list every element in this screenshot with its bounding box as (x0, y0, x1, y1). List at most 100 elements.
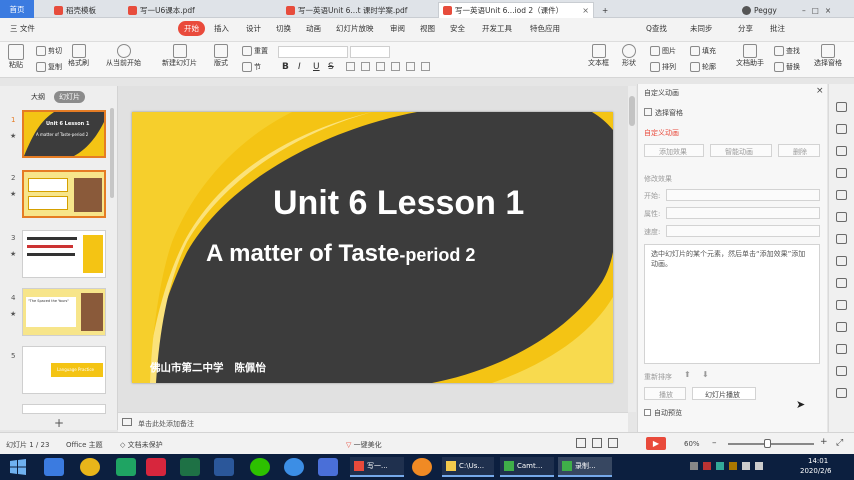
chrome-icon[interactable] (80, 458, 100, 476)
tray-icon[interactable] (703, 462, 711, 470)
close-pane-icon[interactable]: × (816, 86, 824, 96)
app-icon[interactable] (412, 458, 432, 476)
replace-button[interactable]: 替换 (774, 62, 800, 72)
style-icon[interactable] (836, 124, 847, 134)
notes-placeholder[interactable]: 单击此处添加备注 (138, 419, 194, 429)
font-size-select[interactable] (350, 46, 390, 58)
youdao-icon[interactable] (146, 458, 166, 476)
table-icon[interactable] (836, 212, 847, 222)
section-button[interactable]: 节 (242, 62, 261, 72)
help-icon[interactable] (836, 388, 847, 398)
layout-button[interactable]: 版式 (214, 44, 228, 68)
move-up-icon[interactable]: ⬆ (684, 370, 691, 379)
menu-transition[interactable]: 切换 (276, 23, 291, 34)
close-window-icon[interactable]: × (825, 6, 837, 15)
font-family-select[interactable] (278, 46, 348, 58)
animation-list[interactable]: 选中幻灯片的某个元素，然后单击“添加效果”添加动画。 (644, 244, 820, 364)
word-icon[interactable] (214, 458, 234, 476)
paste-button[interactable]: 粘贴 (8, 44, 24, 70)
tab-home[interactable]: 首页 (0, 0, 34, 18)
window-controls[interactable]: – □ × (798, 2, 854, 18)
menu-file[interactable]: 三 文件 (10, 23, 35, 34)
beautify-button[interactable]: ▽ 一键美化 (346, 440, 382, 450)
slide-subtitle[interactable]: A matter of Taste-period 2 (206, 240, 475, 268)
volume-icon[interactable] (742, 462, 750, 470)
menu-view[interactable]: 视图 (420, 23, 435, 34)
new-tab-button[interactable]: + (598, 2, 614, 18)
tab-outline[interactable]: 大纲 (26, 91, 50, 103)
slideshow-play-button[interactable]: ▶ (646, 437, 666, 450)
autopreview-checkbox[interactable]: 自动预览 (644, 408, 682, 418)
add-effect-button[interactable]: 添加效果 (644, 144, 704, 157)
slide-thumbnail-4[interactable]: "The Spaced the Yours" (22, 288, 106, 336)
fit-window-icon[interactable]: ⤢ (836, 438, 843, 448)
wechat-icon[interactable] (250, 458, 270, 476)
format-painter-button[interactable]: 格式刷 (68, 44, 89, 68)
slide-thumbnail-6[interactable] (22, 404, 106, 414)
menu-developer[interactable]: 开发工具 (482, 23, 512, 34)
picture-button[interactable]: 图片 (650, 46, 676, 56)
property-select[interactable] (666, 207, 820, 219)
zoom-out-icon[interactable]: – (712, 438, 717, 448)
smart-animation-button[interactable]: 智能动画 (710, 144, 772, 157)
play-button[interactable]: 播放 (644, 387, 686, 400)
line-spacing-icon[interactable] (421, 62, 430, 71)
taskbar-window-wps[interactable]: 写一... (350, 457, 404, 477)
slide-thumbnail-5[interactable]: Language Practice (22, 346, 106, 394)
taskbar-window-recorder[interactable]: 录制... (558, 457, 612, 477)
bullets-icon[interactable] (391, 62, 400, 71)
slide-thumbnail-2[interactable] (22, 170, 106, 218)
zoom-in-icon[interactable]: + (820, 437, 828, 447)
network-icon[interactable] (755, 462, 763, 470)
notes-pane[interactable]: 单击此处添加备注 (118, 412, 628, 432)
strikethrough-button[interactable]: S (328, 62, 334, 72)
design-icon[interactable] (836, 146, 847, 156)
align-left-icon[interactable] (346, 62, 355, 71)
menu-search[interactable]: Q查找 (646, 23, 667, 34)
slideshow-button[interactable]: 幻灯片播放 (692, 387, 756, 400)
textbox-button[interactable]: 文本框 (588, 44, 609, 68)
reset-button[interactable]: 重置 (242, 46, 268, 56)
thumbnail-scrollbar[interactable] (110, 108, 114, 198)
cut-button[interactable]: 剪切 (36, 46, 62, 56)
tab-unit6-handout[interactable]: 写一英语Unit 6...t 课时学案.pdf (282, 2, 432, 18)
settings-icon[interactable] (836, 322, 847, 332)
menu-review[interactable]: 审阅 (390, 23, 405, 34)
app-icon[interactable] (116, 458, 136, 476)
slide-thumbnail-1[interactable]: Unit 6 Lesson 1 A matter of Taste-period… (22, 110, 106, 158)
layers-icon[interactable] (836, 278, 847, 288)
windows-start-icon[interactable] (8, 458, 28, 476)
start-select[interactable] (666, 189, 820, 201)
share-icon[interactable] (836, 344, 847, 354)
find-button[interactable]: 查找 (774, 46, 800, 56)
template-icon[interactable] (836, 168, 847, 178)
slide-author[interactable]: 佛山市第二中学 陈佩怡 (150, 360, 266, 375)
delete-effect-button[interactable]: 删除 (778, 144, 820, 157)
doc-assistant-button[interactable]: 文档助手 (736, 44, 764, 68)
sorter-view-icon[interactable] (592, 438, 602, 448)
grid-icon[interactable] (836, 190, 847, 200)
sync-status[interactable]: 未同步 (690, 23, 713, 34)
comment-button[interactable]: 批注 (770, 23, 785, 34)
add-slide-button[interactable]: + (54, 416, 64, 430)
network-app-icon[interactable] (44, 458, 64, 476)
normal-view-icon[interactable] (576, 438, 586, 448)
minimize-icon[interactable]: – (802, 6, 812, 15)
canvas-scrollbar[interactable] (628, 86, 636, 412)
menu-security[interactable]: 安全 (450, 23, 465, 34)
numbering-icon[interactable] (406, 62, 415, 71)
bold-button[interactable]: B (282, 62, 289, 72)
zoom-slider[interactable] (728, 439, 814, 448)
move-down-icon[interactable]: ⬇ (702, 370, 709, 379)
record-icon[interactable] (836, 366, 847, 376)
excel-icon[interactable] (180, 458, 200, 476)
tray-icon[interactable] (729, 462, 737, 470)
feishu-icon[interactable] (318, 458, 338, 476)
tray-icon[interactable] (690, 462, 698, 470)
browser-icon[interactable] (284, 458, 304, 476)
reading-view-icon[interactable] (608, 438, 618, 448)
menu-design[interactable]: 设计 (246, 23, 261, 34)
speed-select[interactable] (666, 225, 820, 237)
menu-features[interactable]: 特色应用 (530, 23, 560, 34)
align-center-icon[interactable] (361, 62, 370, 71)
